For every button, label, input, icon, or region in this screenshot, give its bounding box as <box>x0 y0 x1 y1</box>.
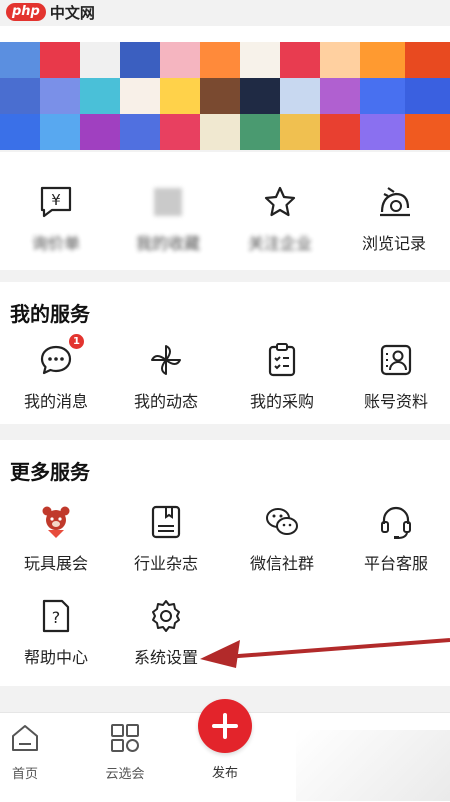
service-my-purchases[interactable]: 我的采购 <box>226 340 338 412</box>
banner[interactable] <box>0 26 450 150</box>
service-label: 微信社群 <box>249 554 314 573</box>
quick-link-followed-companies[interactable]: 关注企业 <box>224 182 336 254</box>
svg-text:¥: ¥ <box>51 191 61 209</box>
service-toy-fair[interactable]: 玩具展会 <box>0 502 112 574</box>
quick-link-inquiry[interactable]: ¥ 询价单 <box>0 182 112 254</box>
magazine-icon <box>146 502 186 542</box>
service-help-center[interactable]: ? 帮助中心 <box>0 596 112 668</box>
section-title: 我的服务 <box>10 302 90 326</box>
home-icon <box>0 721 60 759</box>
service-label: 我的动态 <box>133 392 198 411</box>
more-services-section: 更多服务 玩具展会 行业杂志 微信社群 平台客服 ? 帮助中心 系统设置 <box>0 440 450 686</box>
tab-label: 云选会 <box>105 767 145 782</box>
watermark-logo: php <box>6 3 46 21</box>
quick-link-label: 关注企业 <box>247 234 312 253</box>
quick-links: ¥ 询价单 我的收藏 关注企业 浏览记录 <box>0 152 450 270</box>
quick-link-label: 我的收藏 <box>135 234 200 253</box>
gear-icon <box>146 596 186 636</box>
tab-label: 首页 <box>11 767 38 782</box>
toy-bear-icon <box>36 502 76 542</box>
corner-watermark <box>296 730 450 801</box>
yen-chat-icon: ¥ <box>36 182 76 222</box>
service-my-messages[interactable]: 1 我的消息 <box>0 334 112 412</box>
message-icon: 1 <box>36 334 84 380</box>
service-label: 账号资料 <box>363 392 428 411</box>
service-label: 系统设置 <box>133 648 198 667</box>
service-label: 我的采购 <box>249 392 314 411</box>
star-icon <box>260 182 300 222</box>
plus-icon <box>212 713 238 739</box>
watermark-text: 中文网 <box>49 3 95 22</box>
service-platform-support[interactable]: 平台客服 <box>340 502 450 574</box>
headset-icon <box>376 502 416 542</box>
service-label: 平台客服 <box>363 554 428 573</box>
publish-button[interactable] <box>198 699 252 753</box>
service-system-settings[interactable]: 系统设置 <box>110 596 222 668</box>
service-my-posts[interactable]: 我的动态 <box>110 340 222 412</box>
watermark: php 中文网 <box>0 0 101 24</box>
checklist-icon <box>262 340 302 380</box>
banner-mosaic-image <box>0 42 450 150</box>
section-title: 更多服务 <box>10 460 90 484</box>
service-industry-magazine[interactable]: 行业杂志 <box>110 502 222 574</box>
account-icon <box>376 340 416 380</box>
help-doc-icon: ? <box>36 596 76 636</box>
folder-icon <box>148 182 188 222</box>
tab-cloud-selection[interactable]: 云选会 <box>90 721 160 782</box>
history-icon <box>374 182 414 222</box>
quick-link-history[interactable]: 浏览记录 <box>338 182 450 254</box>
service-wechat-community[interactable]: 微信社群 <box>226 502 338 574</box>
my-services-section: 我的服务 1 我的消息 我的动态 我的采购 账号资料 <box>0 282 450 424</box>
svg-text:?: ? <box>52 608 61 627</box>
grid-icon <box>90 721 160 759</box>
quick-link-label: 询价单 <box>31 234 80 253</box>
quick-link-label: 浏览记录 <box>361 234 426 253</box>
tab-home[interactable]: 首页 <box>0 721 60 782</box>
service-label: 玩具展会 <box>23 554 88 573</box>
quick-link-favorites[interactable]: 我的收藏 <box>112 182 224 254</box>
unread-badge: 1 <box>69 334 84 349</box>
service-label: 行业杂志 <box>133 554 198 573</box>
service-account-profile[interactable]: 账号资料 <box>340 340 450 412</box>
service-label: 帮助中心 <box>23 648 88 667</box>
pinwheel-icon <box>146 340 186 380</box>
publish-label: 发布 <box>211 766 238 781</box>
wechat-icon <box>262 502 302 542</box>
service-label: 我的消息 <box>23 392 88 411</box>
